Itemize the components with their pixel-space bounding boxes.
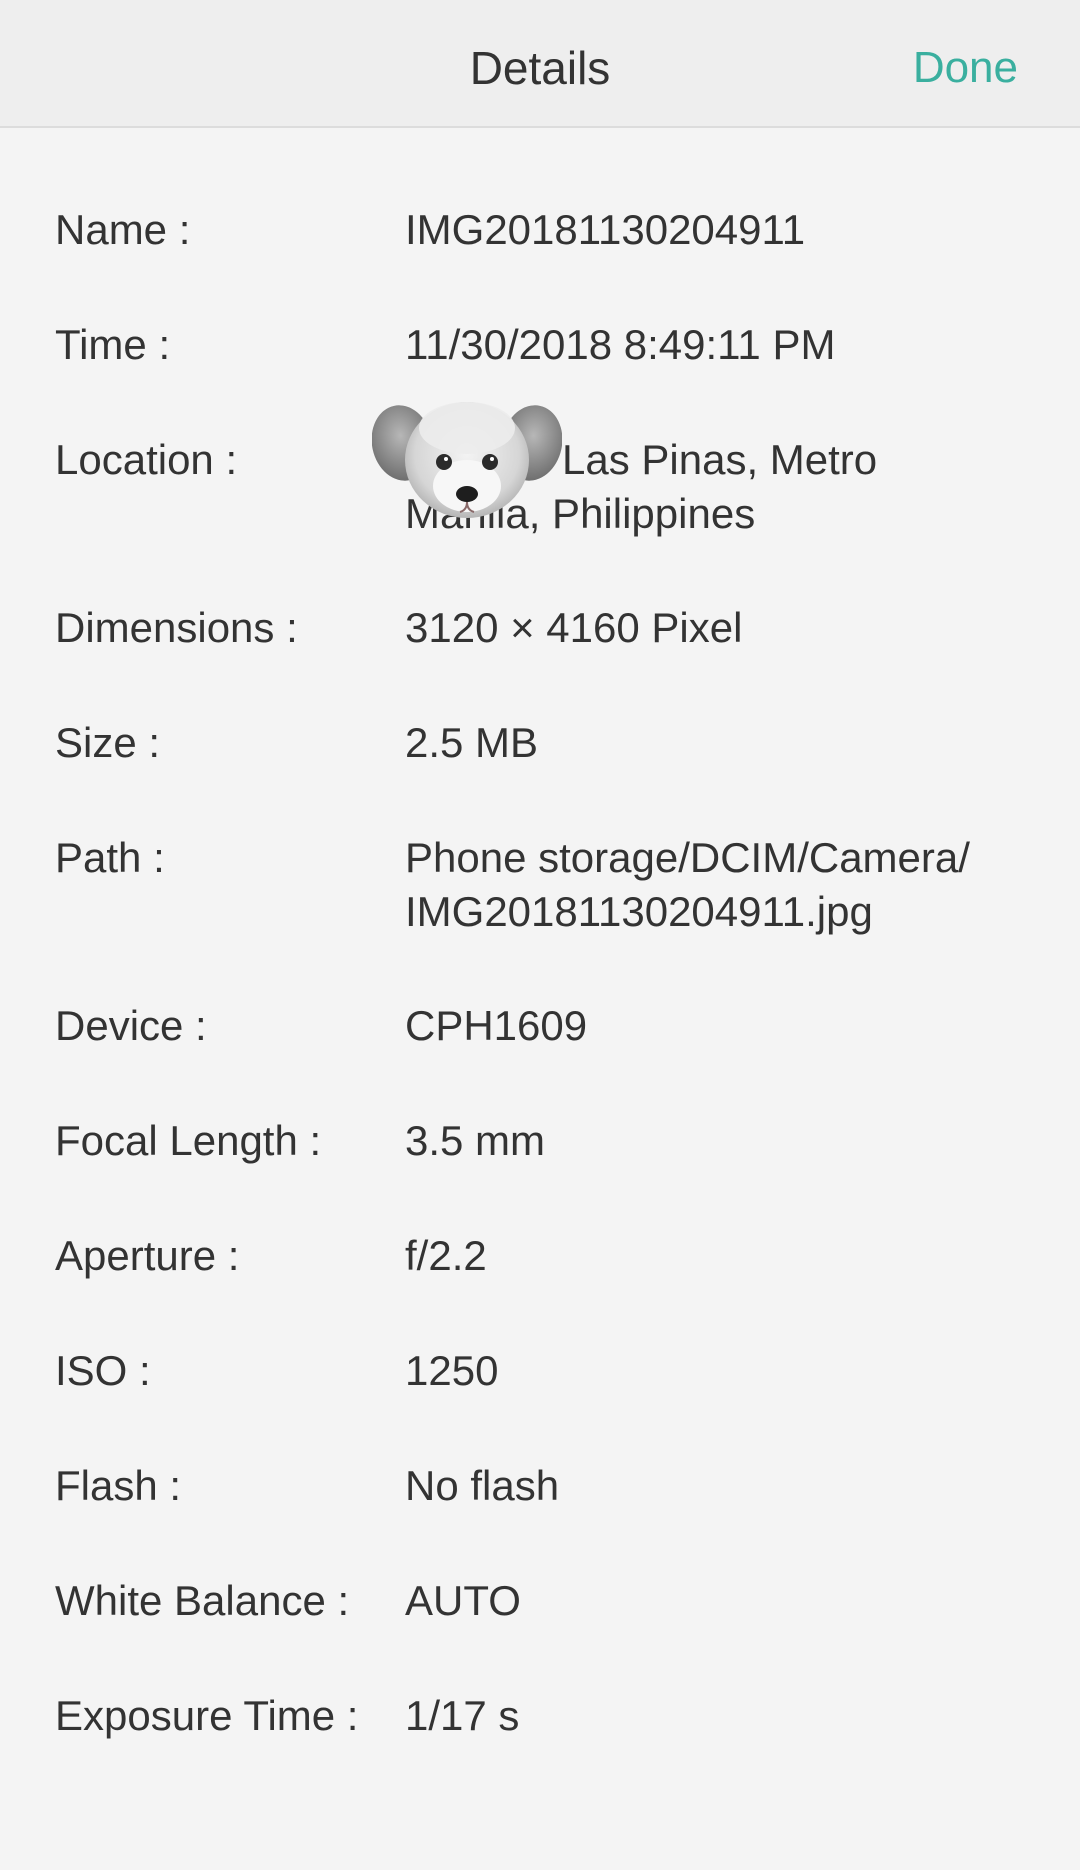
detail-value: 11/30/2018 8:49:11 PM <box>405 321 836 368</box>
detail-label: ISO : <box>55 1347 151 1394</box>
detail-label: Time : <box>55 321 171 368</box>
detail-value: 3120 × 4160 Pixel <box>405 604 743 651</box>
detail-label: Name : <box>55 206 191 253</box>
detail-value: 1250 <box>405 1347 499 1394</box>
detail-value: 1/17 s <box>405 1692 520 1739</box>
detail-label: Exposure Time : <box>55 1692 359 1739</box>
detail-label: Size : <box>55 719 161 766</box>
detail-label: Location : <box>55 436 238 483</box>
detail-label: Focal Length : <box>55 1117 322 1164</box>
detail-value: 2.5 MB <box>405 719 539 766</box>
detail-label: Flash : <box>55 1462 182 1509</box>
detail-label: Device : <box>55 1002 207 1049</box>
detail-value: AUTO <box>405 1577 521 1624</box>
title-bar: Details Done <box>0 0 1080 128</box>
detail-label: Path : <box>55 834 165 881</box>
detail-label: White Balance : <box>55 1577 350 1624</box>
detail-value: IMG20181130204911 <box>405 206 806 253</box>
detail-value: f/2.2 <box>405 1232 487 1279</box>
detail-value: No flash <box>405 1462 560 1509</box>
done-button[interactable]: Done <box>913 38 1018 98</box>
detail-value: CPH1609 <box>405 1002 588 1049</box>
detail-value: Phone storage/DCIM/Camera/ IMG2018113020… <box>405 834 970 935</box>
detail-label: Dimensions : <box>55 604 298 651</box>
dog-sticker-icon <box>372 402 562 518</box>
detail-value: 3.5 mm <box>405 1117 546 1164</box>
detail-label: Aperture : <box>55 1232 240 1279</box>
